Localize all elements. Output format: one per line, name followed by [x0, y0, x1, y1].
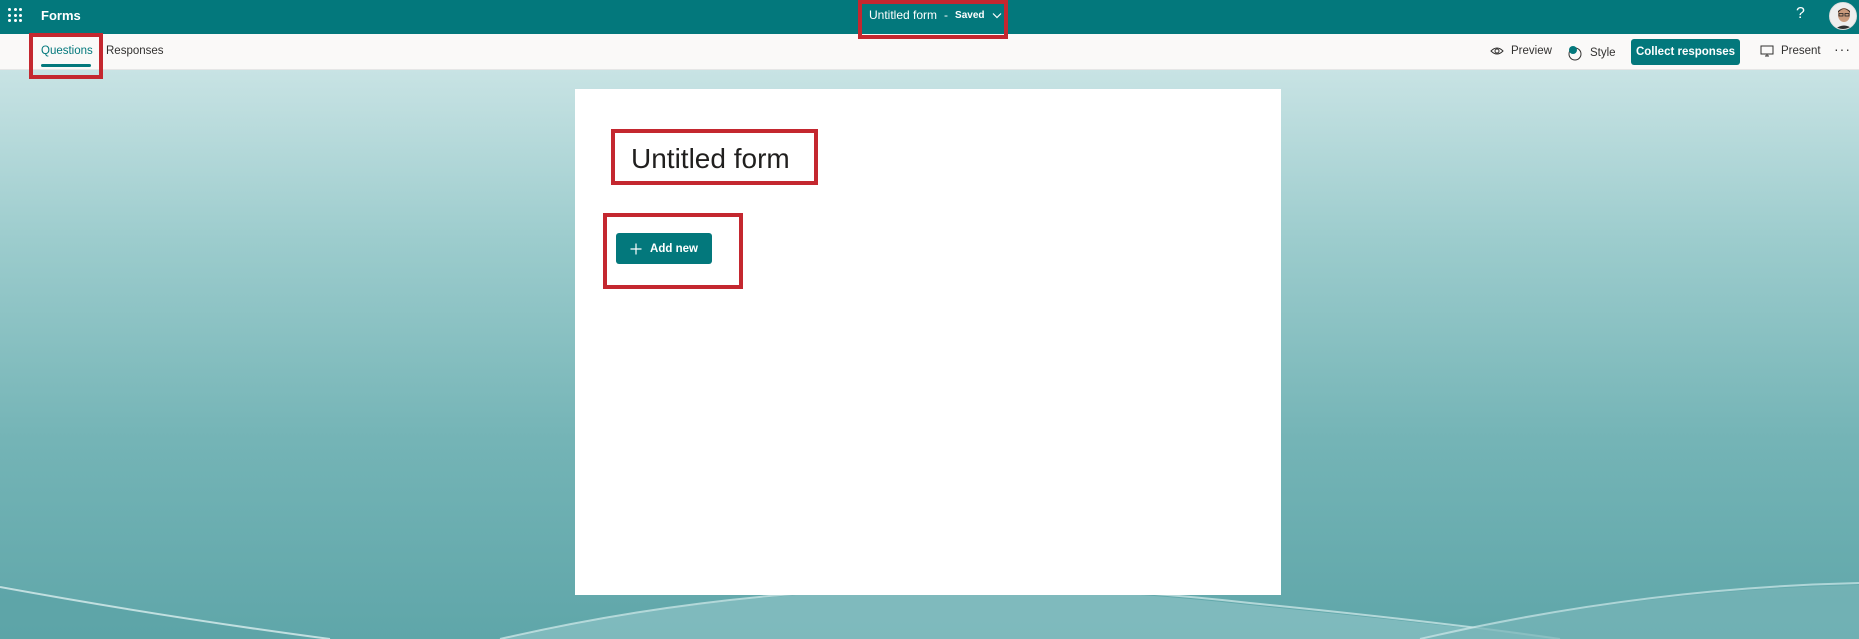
user-photo-icon — [1830, 3, 1856, 29]
help-icon[interactable]: ? — [1796, 5, 1805, 23]
present-label: Present — [1781, 45, 1821, 57]
tab-questions[interactable]: Questions — [41, 45, 93, 57]
plus-icon — [630, 243, 642, 254]
chevron-down-icon — [992, 12, 1001, 18]
preview-label: Preview — [1511, 45, 1552, 57]
app-launcher-icon[interactable] — [8, 8, 22, 22]
more-options-icon[interactable]: ··· — [1834, 41, 1851, 57]
palette-icon — [1568, 46, 1582, 61]
style-label: Style — [1590, 47, 1616, 59]
app-name[interactable]: Forms — [41, 8, 81, 23]
form-toolbar: Questions Responses Preview Style Presen… — [0, 34, 1859, 70]
add-new-button[interactable]: Add new — [616, 233, 712, 264]
monitor-icon — [1760, 45, 1774, 57]
app-header: Forms Untitled form - Saved ? — [0, 0, 1859, 34]
form-title[interactable]: Untitled form — [631, 143, 790, 175]
form-card: Untitled form Add new — [575, 89, 1281, 595]
tab-responses[interactable]: Responses — [106, 45, 164, 57]
active-tab-indicator — [41, 64, 91, 67]
header-form-title: Untitled form — [869, 8, 938, 22]
form-title-menu[interactable]: Untitled form - Saved — [869, 8, 1002, 22]
avatar[interactable] — [1829, 2, 1857, 30]
add-new-label: Add new — [650, 242, 698, 255]
title-separator: - — [944, 8, 949, 22]
collect-responses-button[interactable]: Collect responses — [1631, 39, 1740, 65]
preview-button[interactable]: Preview — [1490, 45, 1552, 57]
save-status: Saved — [955, 9, 985, 21]
eye-icon — [1490, 47, 1504, 55]
style-button[interactable]: Style — [1567, 45, 1616, 61]
present-button[interactable]: Present — [1760, 45, 1821, 57]
